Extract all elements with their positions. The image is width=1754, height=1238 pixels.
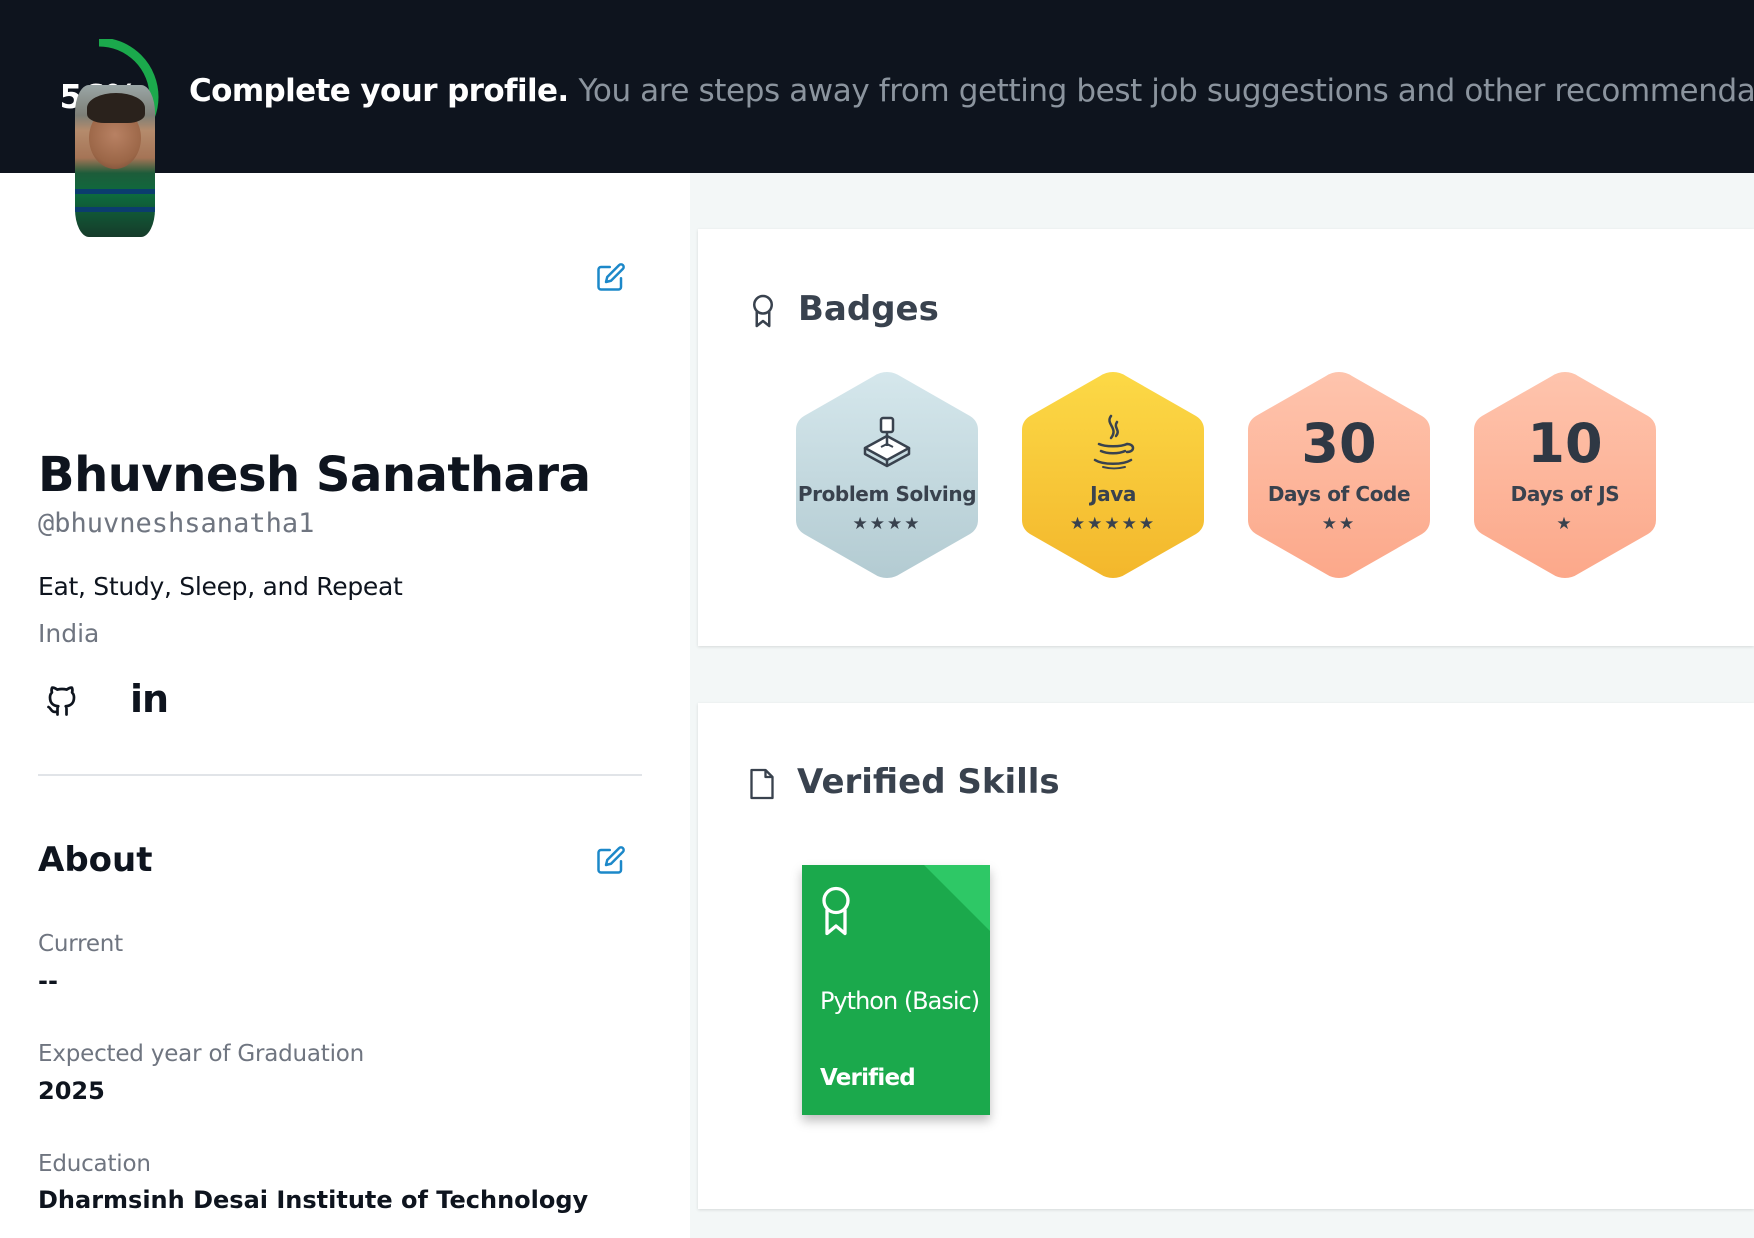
avatar[interactable] [75, 85, 155, 237]
badge-label: Problem Solving [797, 482, 977, 506]
badges-title: Badges [798, 289, 939, 329]
avatar-shirt-stripe [75, 207, 155, 212]
document-icon [750, 768, 774, 800]
profile-bio: Eat, Study, Sleep, and Repeat [38, 572, 403, 601]
about-current-value: -- [38, 967, 58, 995]
badge-hexagon [1474, 372, 1656, 578]
skill-card-fold [924, 865, 990, 931]
badge-label: Days of Code [1267, 482, 1411, 506]
badge-30-days-of-code[interactable]: 30 Days of Code ★★ [1244, 370, 1434, 580]
badge-number: 30 [1301, 412, 1377, 475]
banner-message: Complete your profile. You are steps awa… [189, 73, 1754, 109]
badge-stars: ★★★★ [852, 514, 922, 534]
edit-profile-icon[interactable] [596, 262, 626, 292]
badge-hexagon [1248, 372, 1430, 578]
about-graduation-label: Expected year of Graduation [38, 1041, 365, 1067]
profile-name: Bhuvnesh Sanathara [38, 447, 591, 503]
avatar-hair [87, 93, 145, 123]
badge-label: Java [1090, 482, 1136, 506]
about-education-value: Dharmsinh Desai Institute of Technology [38, 1186, 589, 1214]
profile-completion-banner: 56% Complete your profile. You are steps… [0, 0, 1754, 173]
badge-number: 10 [1527, 412, 1603, 475]
profile-handle: @bhuvneshsanatha1 [38, 508, 315, 539]
badge-hexagon [1022, 372, 1204, 578]
about-title: About [38, 840, 153, 880]
banner-subtitle: You are steps away from getting best job… [578, 73, 1754, 109]
badge-stars: ★★★★★ [1069, 514, 1157, 534]
about-education-label: Education [38, 1151, 151, 1177]
github-icon[interactable] [44, 682, 80, 720]
badge-10-days-of-js[interactable]: 10 Days of JS ★ [1470, 370, 1660, 580]
certificate-ribbon-icon [822, 886, 850, 936]
badge-problem-solving[interactable]: Problem Solving ★★★★ [792, 370, 982, 580]
skill-name: Python (Basic) [820, 987, 980, 1015]
profile-country: India [38, 619, 100, 648]
skill-status: Verified [820, 1065, 916, 1091]
avatar-shirt-stripe [75, 189, 155, 194]
badge-stars: ★★ [1321, 514, 1357, 534]
profile-divider [38, 774, 642, 776]
skill-certificate-python-basic[interactable]: Python (Basic) Verified [802, 865, 990, 1115]
problem-solving-icon [863, 416, 911, 468]
badge-java[interactable]: Java ★★★★★ [1018, 370, 1208, 580]
edit-about-icon[interactable] [596, 845, 626, 875]
java-icon [1093, 414, 1135, 470]
linkedin-icon[interactable]: in [130, 677, 169, 721]
banner-title[interactable]: Complete your profile. [189, 73, 569, 109]
about-current-label: Current [38, 931, 123, 957]
badge-hexagon [796, 372, 978, 578]
badge-ribbon-icon [753, 294, 773, 328]
about-graduation-value: 2025 [38, 1077, 105, 1105]
badge-label: Days of JS [1510, 482, 1620, 506]
badge-stars: ★ [1556, 514, 1574, 534]
verified-skills-title: Verified Skills [797, 762, 1060, 802]
